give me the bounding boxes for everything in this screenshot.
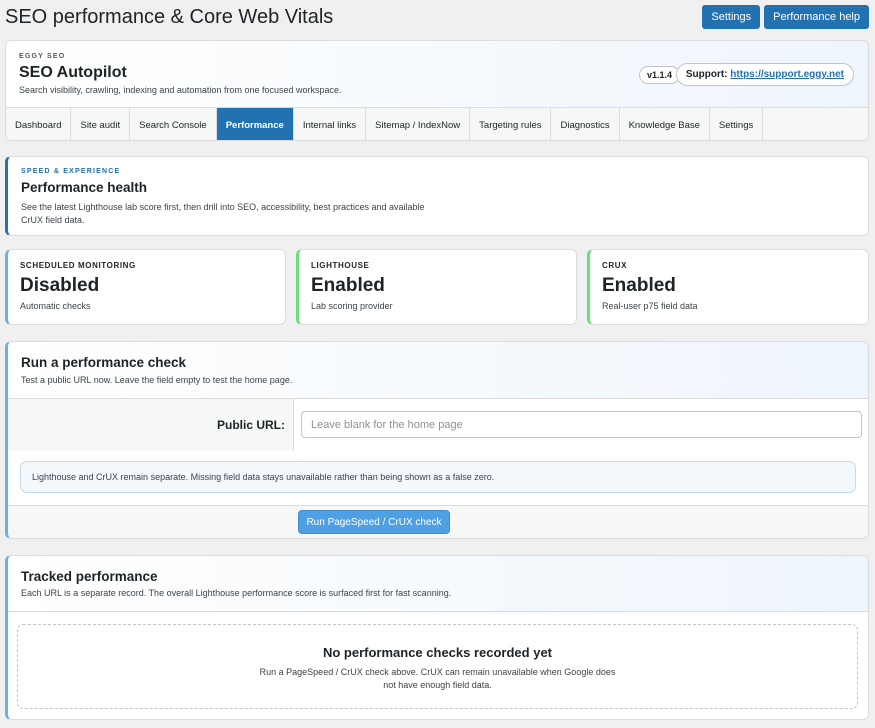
tracked-performance-card: Tracked performance Each URL is a separa… xyxy=(5,555,869,720)
stat-sub: Real-user p75 field data xyxy=(602,301,698,311)
stat-label: SCHEDULED MONITORING xyxy=(20,261,136,270)
run-check-card: Run a performance check Test a public UR… xyxy=(5,341,869,539)
performance-health-card: SPEED & EXPERIENCE Performance health Se… xyxy=(5,156,869,236)
settings-button[interactable]: Settings xyxy=(702,5,761,29)
stat-label: CRUX xyxy=(602,261,628,270)
separation-note: Lighthouse and CrUX remain separate. Mis… xyxy=(20,461,856,493)
tab-knowledge-base[interactable]: Knowledge Base xyxy=(620,108,710,140)
plugin-header: EGGY SEO SEO Autopilot Search visibility… xyxy=(5,40,869,141)
tab-settings[interactable]: Settings xyxy=(710,108,764,140)
tab-bar: Dashboard Site audit Search Console Perf… xyxy=(6,107,868,140)
run-check-title: Run a performance check xyxy=(21,355,187,370)
tab-performance[interactable]: Performance xyxy=(216,108,294,140)
tab-targeting-rules[interactable]: Targeting rules xyxy=(470,108,552,140)
tab-sitemap-indexnow[interactable]: Sitemap / IndexNow xyxy=(366,108,471,140)
top-actions: Settings Performance help xyxy=(702,5,869,29)
public-url-label: Public URL: xyxy=(8,399,294,451)
url-form-row: Public URL: xyxy=(8,399,868,451)
empty-state-description: Run a PageSpeed / CrUX check above. CrUX… xyxy=(259,667,616,690)
tab-dashboard[interactable]: Dashboard xyxy=(6,108,72,140)
stat-sub: Lab scoring provider xyxy=(311,301,393,311)
empty-state-title: No performance checks recorded yet xyxy=(322,645,553,660)
section-description: See the latest Lighthouse lab score firs… xyxy=(21,202,425,225)
plugin-brand: SEO Autopilot xyxy=(19,64,127,81)
public-url-input[interactable] xyxy=(301,411,862,438)
support-pill: Support: https://support.eggy.net xyxy=(675,63,854,86)
performance-help-button[interactable]: Performance help xyxy=(764,5,869,29)
support-link[interactable]: https://support.eggy.net xyxy=(730,69,844,80)
tab-internal-links[interactable]: Internal links xyxy=(294,108,367,140)
section-title: Performance health xyxy=(21,180,148,195)
run-check-description: Test a public URL now. Leave the field e… xyxy=(21,375,293,385)
empty-state: No performance checks recorded yet Run a… xyxy=(17,624,858,709)
note-row: Lighthouse and CrUX remain separate. Mis… xyxy=(8,451,868,506)
stat-label: LIGHTHOUSE xyxy=(311,261,370,270)
stat-sub: Automatic checks xyxy=(20,301,91,311)
tab-diagnostics[interactable]: Diagnostics xyxy=(551,108,620,140)
plugin-tagline: Search visibility, crawling, indexing an… xyxy=(19,85,342,95)
page-title: SEO performance & Core Web Vitals xyxy=(5,6,334,28)
section-kicker: SPEED & EXPERIENCE xyxy=(21,168,121,175)
version-badge: v1.1.4 xyxy=(638,66,680,84)
stat-lighthouse: LIGHTHOUSE Enabled Lab scoring provider xyxy=(296,249,577,325)
run-pagespeed-crux-button[interactable]: Run PageSpeed / CrUX check xyxy=(298,510,450,534)
support-label: Support: xyxy=(685,69,728,80)
stat-crux: CRUX Enabled Real-user p75 field data xyxy=(587,249,869,325)
stat-scheduled-monitoring: SCHEDULED MONITORING Disabled Automatic … xyxy=(5,249,286,325)
tracked-header: Tracked performance Each URL is a separa… xyxy=(8,556,868,612)
plugin-kicker: EGGY SEO xyxy=(19,53,66,60)
tracked-description: Each URL is a separate record. The overa… xyxy=(21,588,452,598)
tracked-title: Tracked performance xyxy=(21,569,158,584)
stat-value: Enabled xyxy=(311,275,385,296)
stat-value: Enabled xyxy=(602,275,676,296)
tab-site-audit[interactable]: Site audit xyxy=(71,108,131,140)
run-check-header: Run a performance check Test a public UR… xyxy=(8,342,868,399)
stat-value: Disabled xyxy=(20,275,100,296)
tab-search-console[interactable]: Search Console xyxy=(130,108,217,140)
